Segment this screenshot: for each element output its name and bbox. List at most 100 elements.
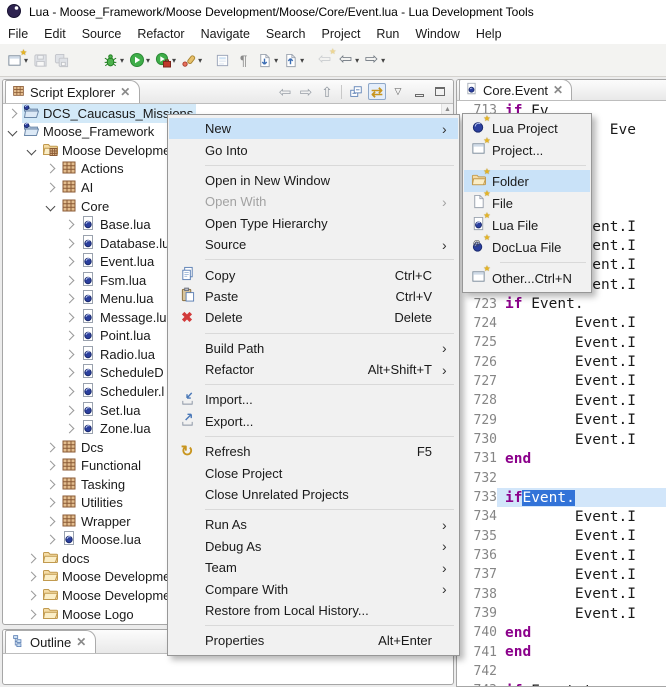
expand-chevron-icon[interactable] [46, 183, 56, 193]
menu-run[interactable]: Run [368, 25, 407, 43]
collapse-all-icon[interactable] [347, 83, 365, 100]
line-number[interactable]: 727 [457, 374, 497, 389]
code-text[interactable]: end [497, 643, 666, 662]
dropdown-arrow-icon[interactable]: ▾ [355, 56, 359, 65]
line-number[interactable]: 736 [457, 548, 497, 563]
expand-chevron-icon[interactable] [8, 127, 18, 137]
code-line[interactable]: 723 if Event. [457, 294, 666, 313]
code-text[interactable]: Event.I [497, 391, 666, 410]
code-text[interactable] [497, 662, 666, 681]
link-with-editor-icon[interactable]: ⇄ [368, 83, 386, 100]
code-text[interactable]: Event.I [497, 333, 666, 352]
expand-chevron-icon[interactable] [46, 201, 56, 211]
context-menu-item-close-unrelated-projects[interactable]: Close Unrelated Projects [169, 484, 458, 505]
tab-script-explorer[interactable]: Script Explorer ✕ [5, 80, 140, 103]
code-line[interactable]: 732 [457, 469, 666, 488]
code-text[interactable]: Event.I [497, 546, 666, 565]
line-number[interactable]: 731 [457, 451, 497, 466]
run-history-button[interactable]: ▾ [152, 48, 178, 72]
menu-edit[interactable]: Edit [36, 25, 74, 43]
code-line[interactable]: 734 Event.I [457, 507, 666, 526]
context-menu-item-open-in-new-window[interactable]: Open in New Window [169, 170, 458, 191]
run-button[interactable]: ▾ [126, 48, 152, 72]
code-line[interactable]: 743 if Event.ta [457, 681, 666, 686]
view-menu-icon[interactable]: ▽ [389, 83, 407, 100]
context-menu-item-refresh[interactable]: ↻RefreshF5 [169, 441, 458, 462]
navigate-up-icon[interactable]: ⇧ [318, 83, 336, 100]
dropdown-arrow-icon[interactable]: ▾ [300, 56, 304, 65]
line-number[interactable]: 740 [457, 625, 497, 640]
maximize-icon[interactable] [431, 83, 449, 100]
code-line[interactable]: 724 Event.I [457, 314, 666, 333]
previous-annotation-button[interactable]: ▾ [280, 48, 306, 72]
expand-chevron-icon[interactable] [65, 349, 75, 359]
external-tools-button[interactable]: ▾ [178, 48, 204, 72]
line-number[interactable]: 743 [457, 683, 497, 686]
back-icon[interactable]: ⇦ [276, 83, 294, 100]
dropdown-arrow-icon[interactable]: ▾ [120, 56, 124, 65]
expand-chevron-icon[interactable] [46, 442, 56, 452]
expand-chevron-icon[interactable] [46, 498, 56, 508]
expand-chevron-icon[interactable] [46, 516, 56, 526]
code-line[interactable]: 733 if Event. [457, 488, 666, 507]
code-text[interactable]: Event.I [497, 604, 666, 623]
close-icon[interactable]: ✕ [120, 86, 130, 98]
context-menu-item-import[interactable]: Import... [169, 389, 458, 410]
dropdown-arrow-icon[interactable]: ▾ [172, 56, 176, 65]
line-number[interactable]: 742 [457, 664, 497, 679]
context-menu-item-copy[interactable]: CopyCtrl+C [169, 264, 458, 285]
context-menu-item-paste[interactable]: PasteCtrl+V [169, 286, 458, 307]
menu-source[interactable]: Source [74, 25, 130, 43]
dropdown-arrow-icon[interactable]: ▾ [274, 56, 278, 65]
code-line[interactable]: 742 [457, 662, 666, 681]
line-number[interactable]: 737 [457, 567, 497, 582]
menu-navigate[interactable]: Navigate [193, 25, 258, 43]
expand-chevron-icon[interactable] [65, 220, 75, 230]
expand-chevron-icon[interactable] [27, 553, 37, 563]
expand-chevron-icon[interactable] [65, 238, 75, 248]
line-number[interactable]: 738 [457, 587, 497, 602]
code-text[interactable]: if Event.ta [497, 681, 666, 686]
forward-icon[interactable]: ⇨ [297, 83, 315, 100]
close-icon[interactable]: ✕ [76, 636, 86, 648]
code-line[interactable]: 741 end [457, 643, 666, 662]
expand-chevron-icon[interactable] [65, 424, 75, 434]
context-menu-item-new[interactable]: New› [169, 118, 458, 139]
dropdown-arrow-icon[interactable]: ▾ [146, 56, 150, 65]
context-menu-item-open-type-hierarchy[interactable]: Open Type Hierarchy [169, 213, 458, 234]
code-text[interactable]: end [497, 449, 666, 468]
context-menu-item-compare-with[interactable]: Compare With› [169, 578, 458, 599]
menu-file[interactable]: File [0, 25, 36, 43]
new-submenu-item-other[interactable]: ★Other...Ctrl+N [464, 267, 590, 289]
line-number[interactable]: 739 [457, 606, 497, 621]
code-text[interactable]: if Event. [497, 488, 666, 507]
dropdown-arrow-icon[interactable]: ▾ [198, 56, 202, 65]
line-number[interactable]: 730 [457, 432, 497, 447]
code-text[interactable]: Event.I [497, 372, 666, 391]
expand-chevron-icon[interactable] [65, 257, 75, 267]
close-icon[interactable]: ✕ [553, 84, 563, 96]
code-line[interactable]: 738 Event.I [457, 585, 666, 604]
last-edit-location-button[interactable]: ⇦★ [314, 48, 335, 72]
code-line[interactable]: 730 Event.I [457, 430, 666, 449]
context-menu-item-source[interactable]: Source› [169, 234, 458, 255]
expand-chevron-icon[interactable] [27, 609, 37, 619]
toggle-mark-occurrences-button[interactable] [212, 48, 233, 72]
expand-chevron-icon[interactable] [8, 108, 18, 118]
context-menu-item-close-project[interactable]: Close Project [169, 462, 458, 483]
menu-window[interactable]: Window [407, 25, 467, 43]
new-submenu-item-project[interactable]: ★Project... [464, 139, 590, 161]
context-menu-item-run-as[interactable]: Run As› [169, 514, 458, 535]
line-number[interactable]: 734 [457, 509, 497, 524]
context-menu-item-build-path[interactable]: Build Path› [169, 338, 458, 359]
code-line[interactable]: 735 Event.I [457, 527, 666, 546]
menu-project[interactable]: Project [314, 25, 369, 43]
line-number[interactable]: 725 [457, 335, 497, 350]
context-menu-item-export[interactable]: Export... [169, 411, 458, 432]
expand-chevron-icon[interactable] [65, 387, 75, 397]
save-all-button[interactable] [51, 48, 72, 72]
expand-chevron-icon[interactable] [65, 294, 75, 304]
expand-chevron-icon[interactable] [65, 275, 75, 285]
next-annotation-button[interactable]: ▾ [254, 48, 280, 72]
line-number[interactable]: 741 [457, 645, 497, 660]
